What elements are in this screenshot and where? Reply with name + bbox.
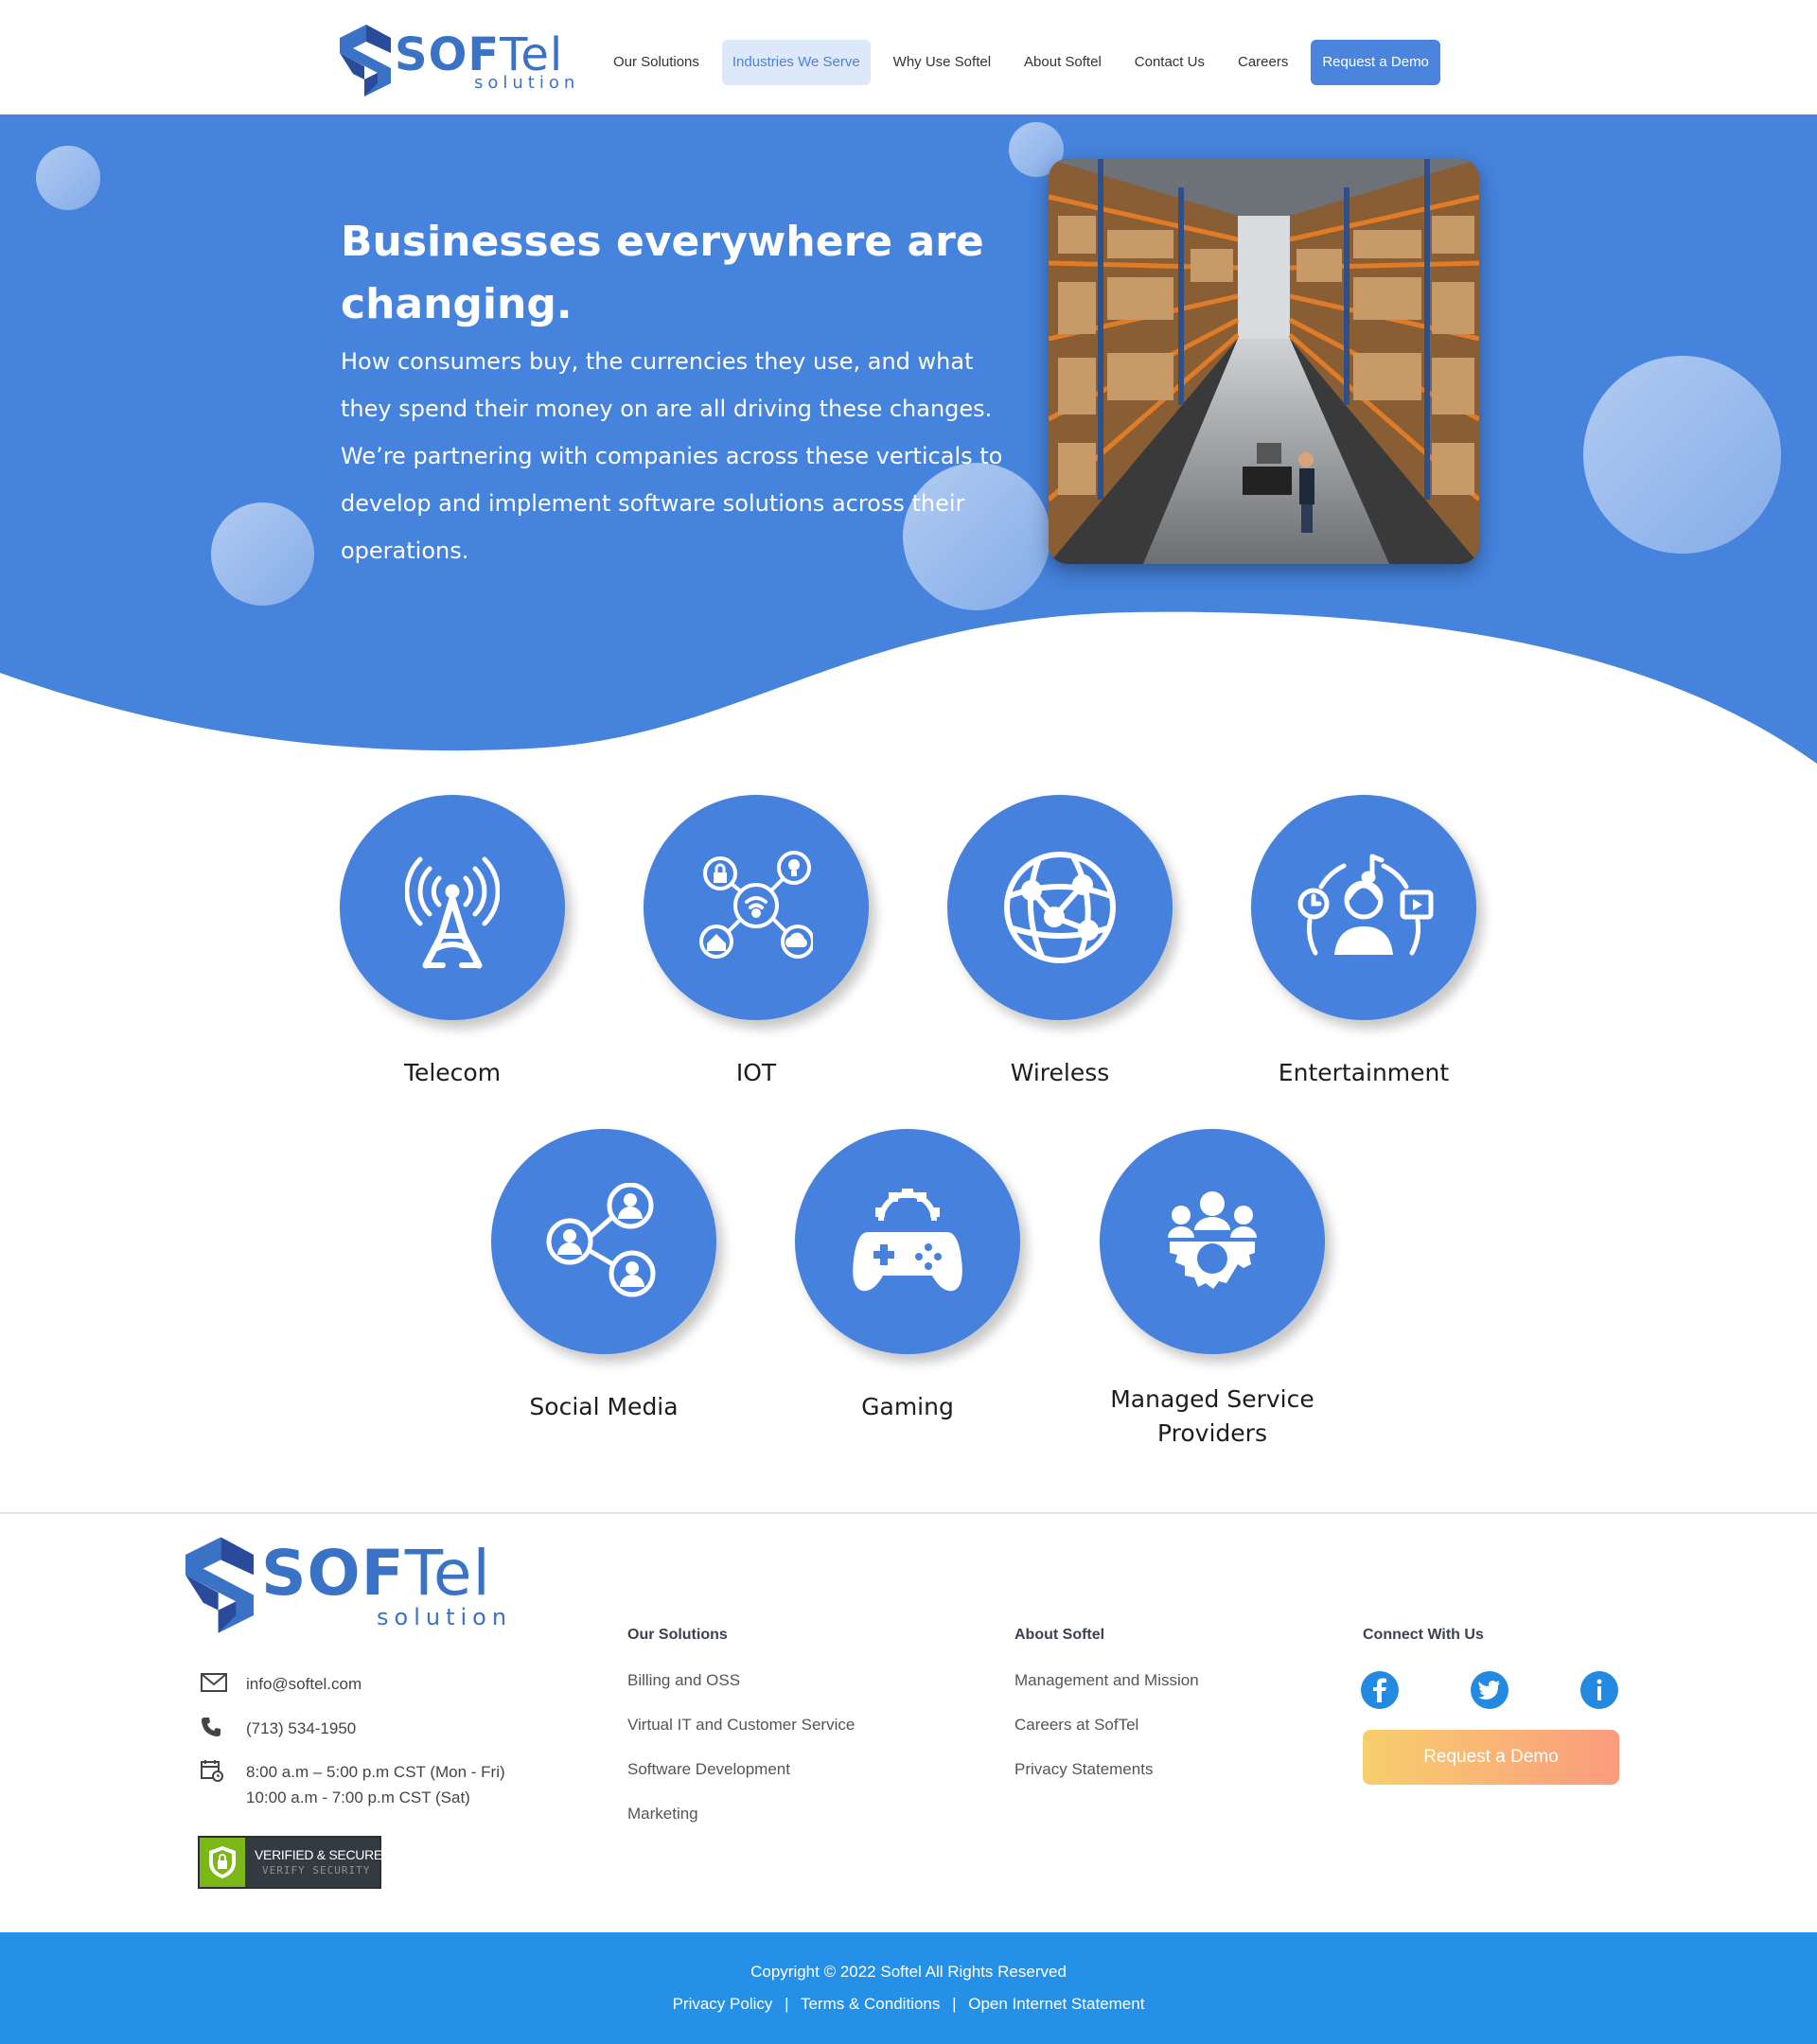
footer-link-virtual-it[interactable]: Virtual IT and Customer Service <box>627 1702 855 1747</box>
badge-title: VERIFIED & SECURED <box>255 1847 392 1862</box>
logo-mark-icon <box>340 25 391 97</box>
footer-request-demo-button[interactable]: Request a Demo <box>1363 1730 1619 1785</box>
industry-label: IOT <box>735 1059 777 1086</box>
globe-network-icon <box>1004 852 1116 963</box>
social-share-icon <box>546 1183 656 1297</box>
industry-telecom-button[interactable] <box>340 795 565 1020</box>
decor-bubble <box>36 146 100 210</box>
team-gear-icon <box>1168 1191 1257 1289</box>
industry-wireless-button[interactable] <box>947 795 1173 1020</box>
industry-iot-button[interactable] <box>644 795 869 1020</box>
open-internet-link[interactable]: Open Internet Statement <box>968 1995 1144 2013</box>
industry-label: Telecom <box>403 1059 502 1086</box>
industry-social-media: Social Media <box>452 1129 755 1424</box>
twitter-icon[interactable] <box>1471 1671 1508 1709</box>
media-user-icon <box>1297 854 1434 956</box>
footer-connect-heading: Connect With Us <box>1363 1627 1484 1643</box>
footer-link-management[interactable]: Management and Mission <box>1014 1658 1199 1702</box>
industry-managed-service: Managed Service Providers <box>1061 1129 1364 1451</box>
nav-about-softel[interactable]: About Softel <box>1014 40 1112 85</box>
link-separator: | <box>952 1995 957 2013</box>
industry-social-media-button[interactable] <box>491 1129 716 1354</box>
copyright-bar: Copyright © 2022 Softel All Rights Reser… <box>0 1932 1817 2044</box>
industry-entertainment-button[interactable] <box>1251 795 1476 1020</box>
footer-about-heading: About Softel <box>1014 1627 1105 1643</box>
terms-link[interactable]: Terms & Conditions <box>801 1995 940 2013</box>
privacy-policy-link[interactable]: Privacy Policy <box>673 1995 773 2013</box>
hours-saturday: 10:00 a.m - 7:00 p.m CST (Sat) <box>246 1788 470 1806</box>
industry-label: Gaming <box>861 1393 954 1420</box>
footer-solutions-heading: Our Solutions <box>627 1627 728 1643</box>
industry-label: Social Media <box>529 1393 679 1420</box>
hero-section: Businesses everywhere are changing. How … <box>0 115 1817 777</box>
legal-links: Privacy Policy | Terms & Conditions | Op… <box>0 1993 1817 2016</box>
nav-why-use-softel[interactable]: Why Use Softel <box>883 40 1001 85</box>
contact-hours: 8:00 a.m – 5:00 p.m CST (Mon - Fri) 10:0… <box>201 1759 505 1810</box>
footer-link-privacy-statements[interactable]: Privacy Statements <box>1014 1747 1199 1791</box>
calendar-clock-icon <box>201 1759 229 1782</box>
industry-label: Entertainment <box>1278 1059 1450 1086</box>
iot-network-icon <box>699 851 813 959</box>
warehouse-photo <box>1049 159 1479 564</box>
footer-logo[interactable]: SOFTel solution <box>185 1535 517 1639</box>
industry-label: Wireless <box>1010 1059 1110 1086</box>
footer-link-careers[interactable]: Careers at SofTel <box>1014 1702 1199 1747</box>
mail-icon <box>201 1671 229 1694</box>
hero-title: Businesses everywhere are changing. <box>341 218 984 328</box>
badge-subtitle: VERIFY SECURITY <box>262 1864 371 1877</box>
phone-link[interactable]: (713) 534-1950 <box>246 1716 356 1741</box>
header-logo[interactable]: SOFTel solution <box>340 25 576 100</box>
industry-iot: IOT <box>605 795 908 1090</box>
logo-wordmark: SOFTel <box>261 1537 491 1610</box>
footer-connect-column: Connect With Us <box>1363 1626 1484 1664</box>
contact-email: info@softel.com <box>201 1671 362 1697</box>
nav-contact-us[interactable]: Contact Us <box>1124 40 1215 85</box>
industry-gaming-button[interactable] <box>795 1129 1020 1354</box>
footer-link-billing[interactable]: Billing and OSS <box>627 1658 855 1702</box>
hours-text: 8:00 a.m – 5:00 p.m CST (Mon - Fri) 10:0… <box>246 1759 505 1810</box>
footer-link-marketing[interactable]: Marketing <box>627 1791 855 1836</box>
footer-link-software-dev[interactable]: Software Development <box>627 1747 855 1791</box>
industry-wireless: Wireless <box>908 795 1211 1090</box>
industry-telecom: Telecom <box>301 795 604 1090</box>
site-footer: SOFTel solution info@softel.com (713) 53… <box>0 1512 1817 1932</box>
gamepad-icon <box>853 1189 962 1292</box>
nav-our-solutions[interactable]: Our Solutions <box>603 40 710 85</box>
industry-label: Managed Service Providers <box>1110 1385 1314 1447</box>
hero-description: How consumers buy, the currencies they u… <box>341 348 1003 564</box>
security-badge[interactable]: VERIFIED & SECURED VERIFY SECURITY <box>198 1836 392 1889</box>
phone-icon <box>201 1716 229 1738</box>
logo-mark-icon <box>185 1537 254 1633</box>
shield-lock-icon <box>200 1838 245 1887</box>
facebook-icon[interactable] <box>1361 1671 1399 1709</box>
nav-industries[interactable]: Industries We Serve <box>721 40 871 85</box>
site-header: SOFTel solution Our Solutions Industries… <box>0 0 1817 115</box>
industry-gaming: Gaming <box>756 1129 1059 1424</box>
main-nav: Our Solutions Industries We Serve Why Us… <box>603 40 1440 85</box>
nav-careers[interactable]: Careers <box>1227 40 1298 85</box>
decor-bubble <box>211 502 314 606</box>
email-link[interactable]: info@softel.com <box>246 1671 362 1697</box>
request-demo-button[interactable]: Request a Demo <box>1311 40 1440 85</box>
logo-tagline: solution <box>474 73 580 93</box>
link-separator: | <box>785 1995 789 2013</box>
info-icon[interactable] <box>1580 1671 1618 1709</box>
social-links <box>1361 1671 1618 1709</box>
copyright-text: Copyright © 2022 Softel All Rights Reser… <box>750 1963 1067 1981</box>
decor-bubble <box>1583 356 1781 554</box>
footer-about-column: About Softel Management and Mission Care… <box>1014 1626 1199 1791</box>
contact-phone: (713) 534-1950 <box>201 1716 356 1741</box>
logo-tagline: solution <box>377 1604 513 1630</box>
radio-tower-icon <box>405 856 500 969</box>
industry-managed-service-button[interactable] <box>1100 1129 1325 1354</box>
hours-weekday: 8:00 a.m – 5:00 p.m CST (Mon - Fri) <box>246 1763 505 1781</box>
footer-solutions-column: Our Solutions Billing and OSS Virtual IT… <box>627 1626 855 1836</box>
industry-entertainment: Entertainment <box>1212 795 1515 1090</box>
